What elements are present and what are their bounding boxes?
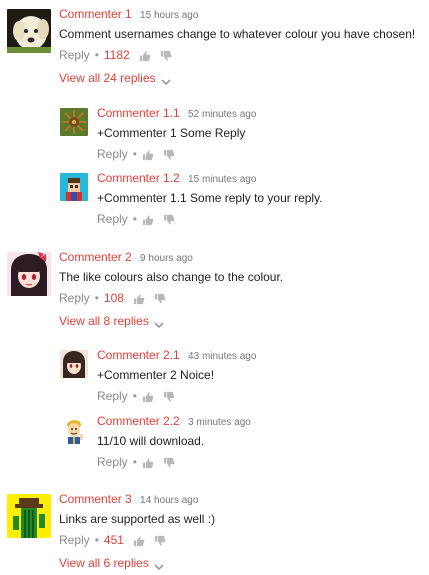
comment-author[interactable]: Commenter 1.1 [97, 106, 180, 120]
cactus-hat-avatar-icon[interactable] [7, 494, 51, 538]
anime-girl-avatar-icon[interactable] [60, 350, 88, 378]
reply-button[interactable]: Reply [97, 455, 128, 470]
like-count: 108 [103, 291, 124, 305]
thumb-up-icon[interactable] [142, 457, 154, 469]
comment-author[interactable]: Commenter 1 [59, 7, 132, 21]
comment-time[interactable]: 3 minutes ago [188, 417, 251, 428]
reply-button[interactable]: Reply [97, 389, 128, 404]
comment-text: +Commenter 1.1 Some reply to your reply. [97, 191, 323, 205]
comment-time[interactable]: 14 hours ago [140, 495, 198, 506]
like-count: 451 [103, 533, 124, 547]
separator-dot: • [132, 389, 137, 403]
thumb-up-icon[interactable] [139, 50, 151, 62]
reply-button[interactable]: Reply [97, 147, 128, 162]
comment-author[interactable]: Commenter 2 [59, 250, 132, 264]
comment-time[interactable]: 15 hours ago [140, 10, 198, 21]
comment-author[interactable]: Commenter 1.2 [97, 171, 180, 185]
vault-boy-avatar-icon[interactable] [60, 416, 88, 444]
separator-dot: • [94, 533, 99, 547]
comment-time[interactable]: 52 minutes ago [188, 109, 256, 120]
comment-author[interactable]: Commenter 3 [59, 492, 132, 506]
pixel-boy-avatar-icon[interactable] [60, 173, 88, 201]
comment-author[interactable]: Commenter 2.1 [97, 348, 180, 362]
comment-text: +Commenter 1 Some Reply [97, 126, 246, 140]
separator-dot: • [132, 147, 137, 161]
separator-dot: • [94, 291, 99, 305]
chevron-down-icon [154, 560, 164, 570]
thumb-down-icon[interactable] [163, 457, 175, 469]
view-all-replies-label: View all 24 replies [59, 71, 156, 85]
comment-text: The like colours also change to the colo… [59, 270, 284, 284]
thumb-up-icon[interactable] [142, 391, 154, 403]
comment-time[interactable]: 15 minutes ago [188, 174, 256, 185]
thumb-down-icon[interactable] [160, 50, 172, 62]
separator-dot: • [132, 455, 137, 469]
view-all-replies-label: View all 8 replies [59, 314, 149, 328]
thumb-down-icon[interactable] [154, 535, 166, 547]
separator-dot: • [94, 48, 99, 62]
comment-text: 11/10 will download. [97, 434, 205, 448]
thumb-down-icon[interactable] [163, 391, 175, 403]
comment-text: +Commenter 2 Noice! [97, 368, 215, 382]
anime-girl-avatar-icon[interactable] [7, 252, 51, 296]
dog-avatar-icon[interactable] [7, 9, 51, 53]
reply-button[interactable]: Reply [59, 533, 90, 548]
view-all-replies-link[interactable]: View all 6 replies [59, 556, 215, 571]
chevron-down-icon [160, 75, 171, 85]
view-all-replies-link[interactable]: View all 8 replies [59, 314, 283, 329]
comment-text: Links are supported as well :) [59, 512, 216, 526]
thumb-up-icon[interactable] [142, 214, 154, 226]
view-all-replies-label: View all 6 replies [59, 556, 149, 570]
comment-author[interactable]: Commenter 2.2 [97, 414, 180, 428]
thumb-down-icon[interactable] [163, 214, 175, 226]
thumb-up-icon[interactable] [142, 149, 154, 161]
like-count: 1182 [103, 48, 130, 62]
sun-pattern-avatar-icon[interactable] [60, 108, 88, 136]
thumb-down-icon[interactable] [163, 149, 175, 161]
thumb-up-icon[interactable] [133, 293, 145, 305]
chevron-down-icon [154, 318, 164, 328]
comment-text: Comment usernames change to whatever col… [59, 27, 416, 41]
thumb-up-icon[interactable] [133, 535, 145, 547]
view-all-replies-link[interactable]: View all 24 replies [59, 71, 415, 86]
separator-dot: • [132, 212, 137, 226]
reply-button[interactable]: Reply [59, 48, 90, 63]
thumb-down-icon[interactable] [154, 293, 166, 305]
comment-time[interactable]: 9 hours ago [140, 253, 193, 264]
reply-button[interactable]: Reply [59, 291, 90, 306]
comment-time[interactable]: 43 minutes ago [188, 351, 256, 362]
reply-button[interactable]: Reply [97, 212, 128, 227]
